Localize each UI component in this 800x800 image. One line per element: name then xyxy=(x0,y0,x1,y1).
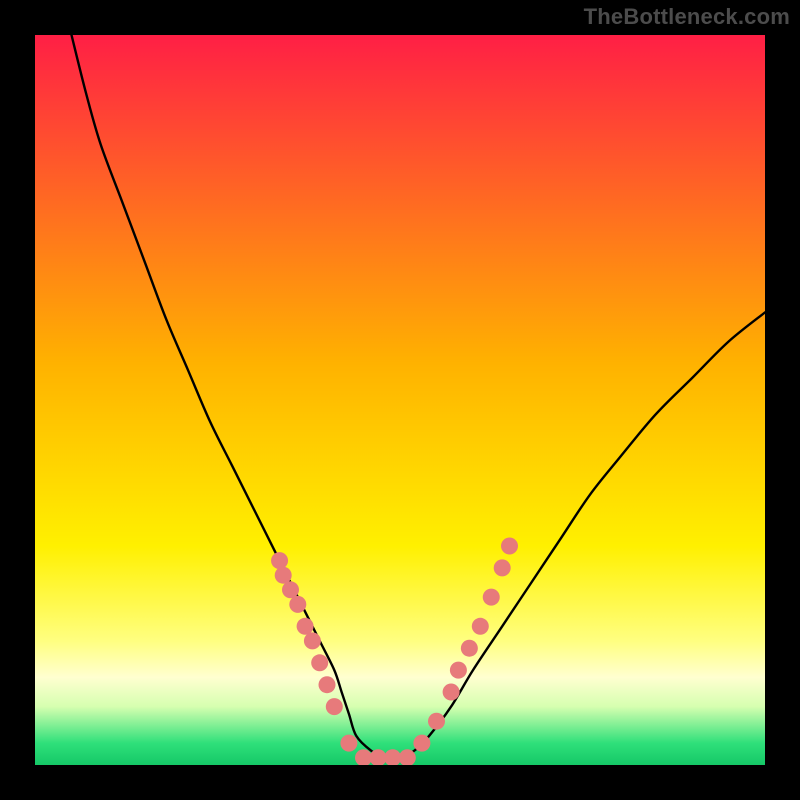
highlight-dot xyxy=(428,713,445,730)
highlight-dot xyxy=(319,676,336,693)
highlight-dot xyxy=(413,735,430,752)
highlight-dot xyxy=(483,589,500,606)
highlight-dot xyxy=(311,654,328,671)
highlight-dot xyxy=(289,596,306,613)
attribution-label: TheBottleneck.com xyxy=(584,4,790,30)
highlight-dot xyxy=(275,567,292,584)
bottleneck-chart xyxy=(35,35,765,765)
highlight-dot xyxy=(271,552,288,569)
highlight-dot xyxy=(461,640,478,657)
highlight-dot xyxy=(304,632,321,649)
highlight-dot xyxy=(450,662,467,679)
chart-frame: TheBottleneck.com xyxy=(0,0,800,800)
highlight-dot xyxy=(472,618,489,635)
highlight-dot xyxy=(443,684,460,701)
plot-area xyxy=(35,35,765,765)
highlight-dot xyxy=(501,538,518,555)
gradient-background xyxy=(35,35,765,765)
highlight-dot xyxy=(340,735,357,752)
highlight-dot xyxy=(297,618,314,635)
highlight-dot xyxy=(282,581,299,598)
highlight-dot xyxy=(494,559,511,576)
highlight-dot xyxy=(326,698,343,715)
